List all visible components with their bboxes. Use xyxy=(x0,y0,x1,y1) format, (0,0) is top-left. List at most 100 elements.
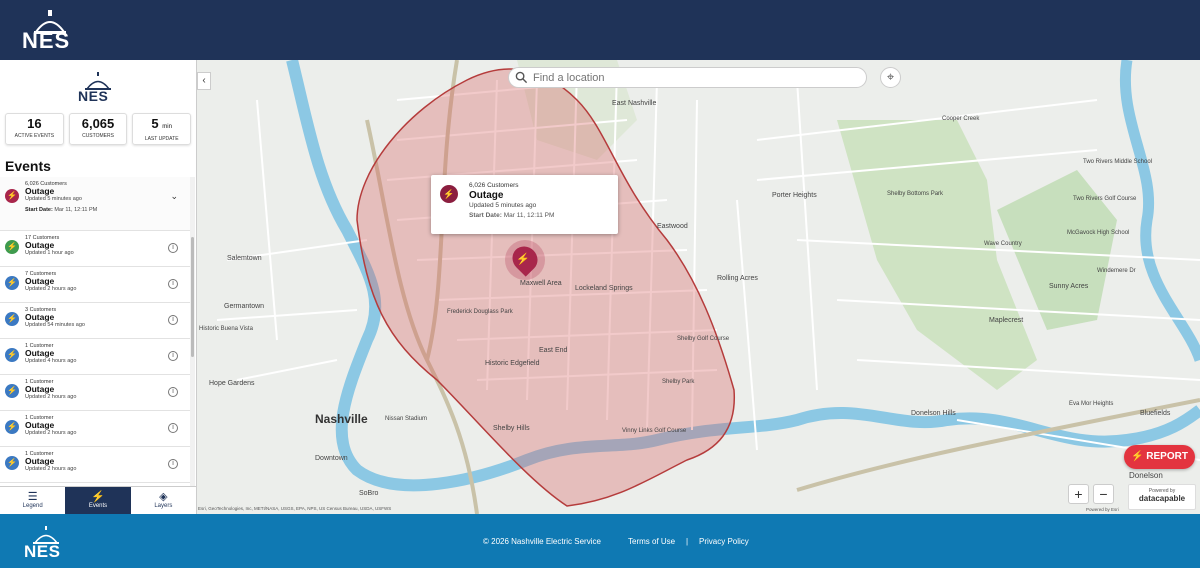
popup-type: Outage xyxy=(469,190,504,201)
chevron-down-icon[interactable]: ⌄ xyxy=(170,191,178,202)
popup-customers: 6,026 Customers xyxy=(469,182,519,189)
map-label: Donelson Hills xyxy=(911,410,956,417)
map-label: Rolling Acres xyxy=(717,275,758,282)
event-item[interactable]: ⚡ 1 Customer Outage Updated 2 hours ago … xyxy=(0,447,190,483)
map-label: Bluefields xyxy=(1140,410,1171,417)
stat-unit: min xyxy=(162,124,172,130)
map-label: Two Rivers Golf Course xyxy=(1073,196,1137,202)
info-icon[interactable]: i xyxy=(168,315,178,325)
start-value: Mar 11, 12:11 PM xyxy=(503,212,555,219)
map-label: Hope Gardens xyxy=(209,380,255,387)
events-heading: Events xyxy=(5,158,51,174)
map-label: Sunny Acres xyxy=(1049,283,1089,290)
event-item[interactable]: ⚡ 7 Customers Outage Updated 2 hours ago… xyxy=(0,267,190,303)
map-label: Two Rivers Middle School xyxy=(1083,159,1152,165)
map-view[interactable]: Nashville East Nashville Lockeland Sprin… xyxy=(197,60,1200,514)
footer-separator: | xyxy=(686,537,689,546)
event-updated: Updated 2 hours ago xyxy=(25,430,77,436)
stat-last-update: 5 min Last update xyxy=(132,113,192,145)
map-label: East End xyxy=(539,347,568,354)
event-updated: Updated 5 minutes ago xyxy=(25,196,82,202)
lightning-icon: ⚡ xyxy=(91,491,105,503)
stat-value: 6,065 xyxy=(81,116,115,131)
esri-credit: Powered by Esri xyxy=(1086,507,1119,512)
sidebar-tabs: ☰ Legend ⚡ Events ◈ Layers xyxy=(0,486,196,514)
tab-label: Events xyxy=(88,503,108,509)
event-item[interactable]: ⚡ 17 Customers Outage Updated 1 hour ago… xyxy=(0,231,190,267)
map-label: SoBro xyxy=(359,490,379,497)
event-item[interactable]: ⚡ 6,026 Customers Outage Updated 5 minut… xyxy=(0,177,190,231)
map-label: Cooper Creek xyxy=(942,116,980,122)
outage-icon: ⚡ xyxy=(5,420,19,434)
scrollbar-thumb[interactable] xyxy=(191,237,194,357)
search-input[interactable] xyxy=(533,70,853,86)
powered-by-badge[interactable]: Powered by datacapable xyxy=(1128,484,1196,510)
locate-button[interactable]: ⌖ xyxy=(880,67,901,88)
map-label: Vinny Links Golf Course xyxy=(622,428,687,434)
outage-popup[interactable]: ⚡ 6,026 Customers Outage Updated 5 minut… xyxy=(431,175,618,234)
event-list-scrollbar[interactable] xyxy=(190,177,195,487)
info-icon[interactable]: i xyxy=(168,243,178,253)
map-label: Shelby Hills xyxy=(493,425,530,432)
event-updated: Updated 1 hour ago xyxy=(25,250,74,256)
sidebar: NES 16 Active events 6,065 Customers 5 m… xyxy=(0,60,197,514)
popup-start: Start Date: Mar 11, 12:11 PM xyxy=(469,212,554,219)
map-label: Germantown xyxy=(224,303,264,310)
stat-value: 5 xyxy=(151,116,159,131)
event-type: Outage xyxy=(25,276,55,286)
zoom-in-button[interactable]: + xyxy=(1068,484,1089,504)
map-label: Eva Mor Heights xyxy=(1069,401,1113,407)
stat-active-events: 16 Active events xyxy=(5,113,64,145)
stat-label: Active events xyxy=(14,133,55,139)
map-label: Donelson xyxy=(1129,471,1163,480)
logo-text: NES xyxy=(22,28,71,53)
info-icon[interactable]: i xyxy=(168,387,178,397)
event-type: Outage xyxy=(25,384,55,394)
stats-row: 16 Active events 6,065 Customers 5 min L… xyxy=(5,113,192,145)
outage-icon: ⚡ xyxy=(5,240,19,254)
event-updated: Updated 4 hours ago xyxy=(25,358,77,364)
zoom-controls: + − xyxy=(1068,484,1114,504)
outage-pin-icon: ⚡ xyxy=(507,241,543,277)
outage-icon: ⚡ xyxy=(5,276,19,290)
map-label: Nissan Stadium xyxy=(385,416,427,422)
start-label: Start Date: xyxy=(469,212,502,219)
map-label: Maplecrest xyxy=(989,317,1023,324)
info-icon[interactable]: i xyxy=(168,423,178,433)
stat-value: 16 xyxy=(27,116,42,131)
info-icon[interactable]: i xyxy=(168,351,178,361)
map-label: Porter Heights xyxy=(772,192,817,199)
outage-marker[interactable]: ⚡ xyxy=(505,240,545,280)
sidebar-logo: NES xyxy=(76,72,120,104)
map-canvas[interactable]: Nashville East Nashville Lockeland Sprin… xyxy=(197,60,1200,514)
event-item[interactable]: ⚡ 1 Customer Outage Updated 2 hours ago … xyxy=(0,411,190,447)
footer-copyright: © 2026 Nashville Electric Service xyxy=(483,537,601,546)
privacy-link[interactable]: Privacy Policy xyxy=(699,537,749,546)
map-label: Historic Buena Vista xyxy=(199,326,254,332)
outage-icon: ⚡ xyxy=(440,185,458,203)
search-bar[interactable] xyxy=(508,67,867,88)
info-icon[interactable]: i xyxy=(168,459,178,469)
brand-logo: datacapable xyxy=(1138,494,1186,503)
stat-customers: 6,065 Customers xyxy=(68,113,128,145)
event-item[interactable]: ⚡ 1 Customer Outage Updated 2 hours ago … xyxy=(0,375,190,411)
zoom-out-button[interactable]: − xyxy=(1093,484,1114,504)
terms-link[interactable]: Terms of Use xyxy=(628,537,675,546)
tab-events[interactable]: ⚡ Events xyxy=(65,487,131,514)
stat-label: Customers xyxy=(82,133,114,139)
collapse-sidebar-button[interactable]: ‹ xyxy=(197,72,211,90)
popup-updated: Updated 5 minutes ago xyxy=(469,202,537,209)
event-type: Outage xyxy=(25,420,55,430)
tab-layers[interactable]: ◈ Layers xyxy=(131,487,196,514)
tab-label: Layers xyxy=(154,503,173,509)
tab-legend[interactable]: ☰ Legend xyxy=(0,487,65,514)
footer-logo[interactable]: NES xyxy=(24,526,68,562)
info-icon[interactable]: i xyxy=(168,279,178,289)
map-label: Eastwood xyxy=(657,223,688,230)
event-item[interactable]: ⚡ 1 Customer Outage Updated 4 hours ago … xyxy=(0,339,190,375)
event-item[interactable]: ⚡ 3 Customers Outage Updated 54 minutes … xyxy=(0,303,190,339)
map-label: Wave Country xyxy=(984,241,1022,247)
nes-logo[interactable]: NES xyxy=(22,8,78,54)
outage-icon: ⚡ xyxy=(5,384,19,398)
report-button[interactable]: ⚡ REPORT xyxy=(1124,445,1195,469)
